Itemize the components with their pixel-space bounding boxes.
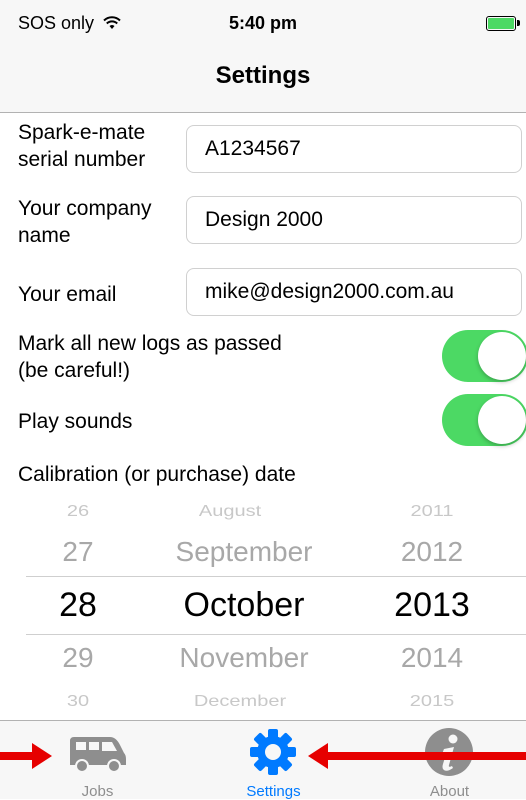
mark-passed-line1: Mark all new logs as passed (18, 332, 282, 355)
play-sounds-toggle[interactable] (442, 394, 526, 446)
mark-passed-line2: (be careful!) (18, 359, 131, 382)
play-sounds-label: Play sounds (18, 410, 133, 433)
picker-year[interactable]: 2014 (380, 642, 484, 674)
arrow-left-annotation (308, 743, 526, 769)
picker-selection-bottom-line (26, 634, 526, 635)
email-field[interactable]: mike@design2000.com.au (186, 268, 522, 316)
picker-day[interactable]: 26 (38, 502, 118, 520)
picker-month[interactable]: November (130, 642, 358, 674)
picker-day[interactable]: 29 (38, 642, 118, 674)
serial-number-field[interactable]: A1234567 (186, 125, 522, 173)
picker-month-selected[interactable]: October (130, 586, 358, 625)
mark-passed-label: Mark all new logs as passed (be careful!… (18, 330, 282, 384)
picker-day[interactable]: 27 (38, 536, 118, 568)
calibration-date-label: Calibration (or purchase) date (18, 463, 296, 486)
navigation-bar: Settings (0, 46, 526, 113)
toggle-knob (478, 396, 526, 444)
battery-icon (486, 16, 520, 31)
gear-icon (250, 729, 296, 775)
tab-jobs-label: Jobs (81, 783, 114, 800)
tab-settings-label: Settings (246, 783, 301, 800)
email-label: Your email (18, 283, 117, 306)
picker-selection-top-line (26, 576, 526, 577)
serial-label-line1: Spark-e-mate (18, 121, 146, 144)
company-name-label: Your company name (18, 195, 151, 249)
serial-number-label: Spark-e-mate serial number (18, 119, 145, 173)
picker-month[interactable]: August (130, 502, 330, 520)
picker-month[interactable]: September (130, 536, 358, 568)
page-title: Settings (215, 62, 311, 89)
mark-passed-toggle[interactable] (442, 330, 526, 382)
tab-about-label: About (429, 783, 470, 800)
date-picker[interactable]: 26 27 28 29 30 August September October … (0, 494, 526, 720)
toggle-knob (478, 332, 526, 380)
van-icon (70, 737, 126, 773)
picker-year-selected[interactable]: 2013 (380, 586, 484, 625)
picker-year[interactable]: 2015 (380, 692, 484, 710)
picker-month[interactable]: December (130, 692, 350, 710)
serial-label-line2: serial number (18, 148, 146, 171)
company-name-field[interactable]: Design 2000 (186, 196, 522, 244)
status-bar: SOS only 5:40 pm (0, 0, 526, 46)
company-label-line2: name (18, 224, 71, 247)
picker-year[interactable]: 2011 (380, 502, 484, 520)
picker-day[interactable]: 30 (38, 692, 118, 710)
picker-day-selected[interactable]: 28 (38, 586, 118, 625)
company-label-line1: Your company (18, 197, 152, 220)
picker-year[interactable]: 2012 (380, 536, 484, 568)
arrow-right-annotation (0, 743, 52, 769)
status-time: 5:40 pm (228, 13, 298, 33)
